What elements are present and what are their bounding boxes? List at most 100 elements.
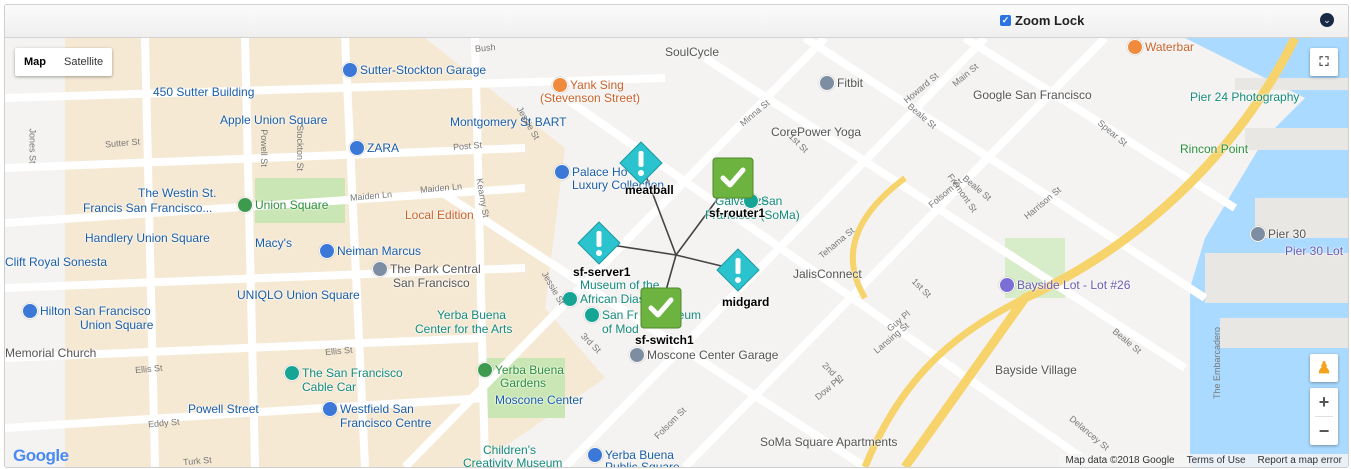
place-label[interactable]: Waterbar [1145, 40, 1194, 54]
poi-pin-icon[interactable] [319, 243, 335, 259]
poi-pin-icon[interactable] [322, 401, 338, 417]
zoom-lock-label: Zoom Lock [1015, 13, 1085, 28]
poi-pin-icon[interactable] [372, 261, 388, 277]
poi-pin-icon[interactable] [1250, 226, 1266, 242]
map-panel: ✓ Zoom Lock ⌄ Map Satellite ⛶ ♟ + − Sutt… [4, 4, 1349, 468]
place-label[interactable]: JalisConnect [793, 267, 862, 281]
map-canvas[interactable]: Map Satellite ⛶ ♟ + − Sutter-Stockton Ga… [5, 38, 1348, 467]
place-label[interactable]: The Park Central [390, 262, 481, 276]
place-label[interactable]: Westfield San [340, 402, 414, 416]
place-label[interactable]: Memorial Church [5, 346, 96, 360]
place-label[interactable]: Pier 24 Photography [1190, 90, 1299, 104]
device-marker-midgard[interactable] [716, 248, 760, 292]
poi-pin-icon[interactable] [819, 75, 835, 91]
device-marker-sf-switch1[interactable] [639, 286, 683, 330]
place-label[interactable]: Neiman Marcus [337, 244, 421, 258]
place-label[interactable]: Local Edition [405, 208, 474, 222]
check-status-icon [712, 157, 754, 199]
place-label[interactable]: Hilton San Francisco [40, 304, 151, 318]
check-status-icon [640, 287, 682, 329]
place-label[interactable]: Center for the Arts [415, 322, 512, 336]
device-marker-sf-router1[interactable] [711, 156, 755, 200]
place-label[interactable]: Handlery Union Square [85, 231, 210, 245]
device-label: sf-router1 [709, 206, 766, 220]
place-label[interactable]: Gardens [500, 376, 546, 390]
place-label[interactable]: San Fr [602, 308, 638, 322]
place-label[interactable]: Francisco Centre [340, 416, 431, 430]
place-label[interactable]: San Francisco [393, 276, 470, 290]
place-label[interactable]: Bayside Village [995, 363, 1077, 377]
map-data-text: Map data ©2018 Google [1065, 455, 1175, 466]
poi-pin-icon[interactable] [477, 362, 493, 378]
poi-pin-icon[interactable] [342, 62, 358, 78]
chevron-down-icon[interactable]: ⌄ [1320, 13, 1334, 27]
place-label[interactable]: Bayside Lot - Lot #26 [1017, 278, 1130, 292]
map-footer: Map data ©2018 Google Terms of Use Repor… [1059, 454, 1348, 467]
place-label[interactable]: Moscone Center [495, 393, 583, 407]
place-label[interactable]: Apple Union Square [220, 113, 327, 127]
place-label[interactable]: ZARA [367, 141, 399, 155]
place-label[interactable]: Powell Street [188, 402, 259, 416]
device-label: sf-switch1 [635, 333, 694, 347]
fullscreen-icon[interactable]: ⛶ [1310, 48, 1338, 76]
warning-status-icon [619, 141, 663, 185]
poi-pin-icon[interactable] [22, 303, 38, 319]
map-type-satellite-button[interactable]: Satellite [55, 48, 112, 76]
place-label[interactable]: Fitbit [837, 76, 863, 90]
place-label[interactable]: The Westin St. [138, 186, 216, 200]
report-error-link[interactable]: Report a map error [1252, 454, 1348, 467]
place-label[interactable]: of Mod [602, 322, 639, 336]
place-label[interactable]: Cable Car [302, 380, 356, 394]
place-label[interactable]: Clift Royal Sonesta [5, 255, 107, 269]
place-label[interactable]: Public Square [605, 460, 680, 467]
place-label[interactable]: UNIQLO Union Square [237, 288, 360, 302]
place-label[interactable]: (Stevenson Street) [540, 91, 640, 105]
zoom-out-button[interactable]: − [1310, 417, 1338, 445]
place-label[interactable]: Yank Sing [570, 78, 624, 92]
place-label[interactable]: Google San Francisco [973, 88, 1092, 102]
device-marker-sf-server1[interactable] [577, 221, 621, 265]
panel-header: ✓ Zoom Lock ⌄ [5, 5, 1348, 38]
street-label: The Embarcadero [1212, 326, 1223, 400]
place-label[interactable]: Rincon Point [1180, 142, 1248, 156]
device-label: midgard [722, 295, 770, 309]
place-label[interactable]: SoulCycle [665, 45, 719, 59]
zoom-in-button[interactable]: + [1310, 388, 1338, 416]
place-label[interactable]: Moscone Center Garage [647, 348, 778, 362]
poi-pin-icon[interactable] [284, 365, 300, 381]
place-label[interactable]: SoMa Square Apartments [760, 435, 897, 449]
place-label[interactable]: Macy's [255, 236, 292, 250]
poi-pin-icon[interactable] [629, 347, 645, 363]
place-label[interactable]: Sutter-Stockton Garage [360, 63, 486, 77]
poi-pin-icon[interactable] [584, 307, 600, 323]
street-label: Powell St [258, 129, 269, 167]
poi-pin-icon[interactable] [554, 164, 570, 180]
place-label[interactable]: Francis San Francisco... [83, 201, 212, 215]
poi-pin-icon[interactable] [587, 447, 603, 463]
place-label[interactable]: Pier 30 [1268, 227, 1306, 241]
place-label[interactable]: 450 Sutter Building [153, 85, 254, 99]
device-label: sf-server1 [573, 265, 631, 279]
place-label[interactable]: Yerba Buena [495, 363, 564, 377]
place-label[interactable]: Children's [483, 443, 536, 457]
place-label[interactable]: Pier 30 Lot [1285, 244, 1343, 258]
map-type-map-button[interactable]: Map [15, 48, 55, 76]
poi-pin-icon[interactable] [999, 277, 1015, 293]
poi-pin-icon[interactable] [237, 197, 253, 213]
place-label[interactable]: Union Square [80, 318, 153, 332]
place-label[interactable]: Union Square [255, 198, 328, 212]
place-label[interactable]: CorePower Yoga [771, 125, 861, 139]
terms-link[interactable]: Terms of Use [1181, 454, 1252, 467]
device-marker-meatball[interactable] [619, 141, 663, 185]
poi-pin-icon[interactable] [349, 140, 365, 156]
place-label[interactable]: Creativity Museum [463, 456, 562, 467]
place-label[interactable]: Montgomery St BART [450, 115, 566, 129]
zoom-lock-toggle[interactable]: ✓ Zoom Lock [1000, 13, 1084, 28]
poi-pin-icon[interactable] [1127, 39, 1143, 55]
place-label[interactable]: The San Francisco [302, 366, 403, 380]
place-label[interactable]: Yerba Buena [437, 308, 506, 322]
checkbox-icon[interactable]: ✓ [1000, 15, 1011, 26]
street-label: Stockton St [295, 124, 306, 172]
pegman-icon[interactable]: ♟ [1310, 354, 1338, 382]
poi-pin-icon[interactable] [552, 77, 568, 93]
